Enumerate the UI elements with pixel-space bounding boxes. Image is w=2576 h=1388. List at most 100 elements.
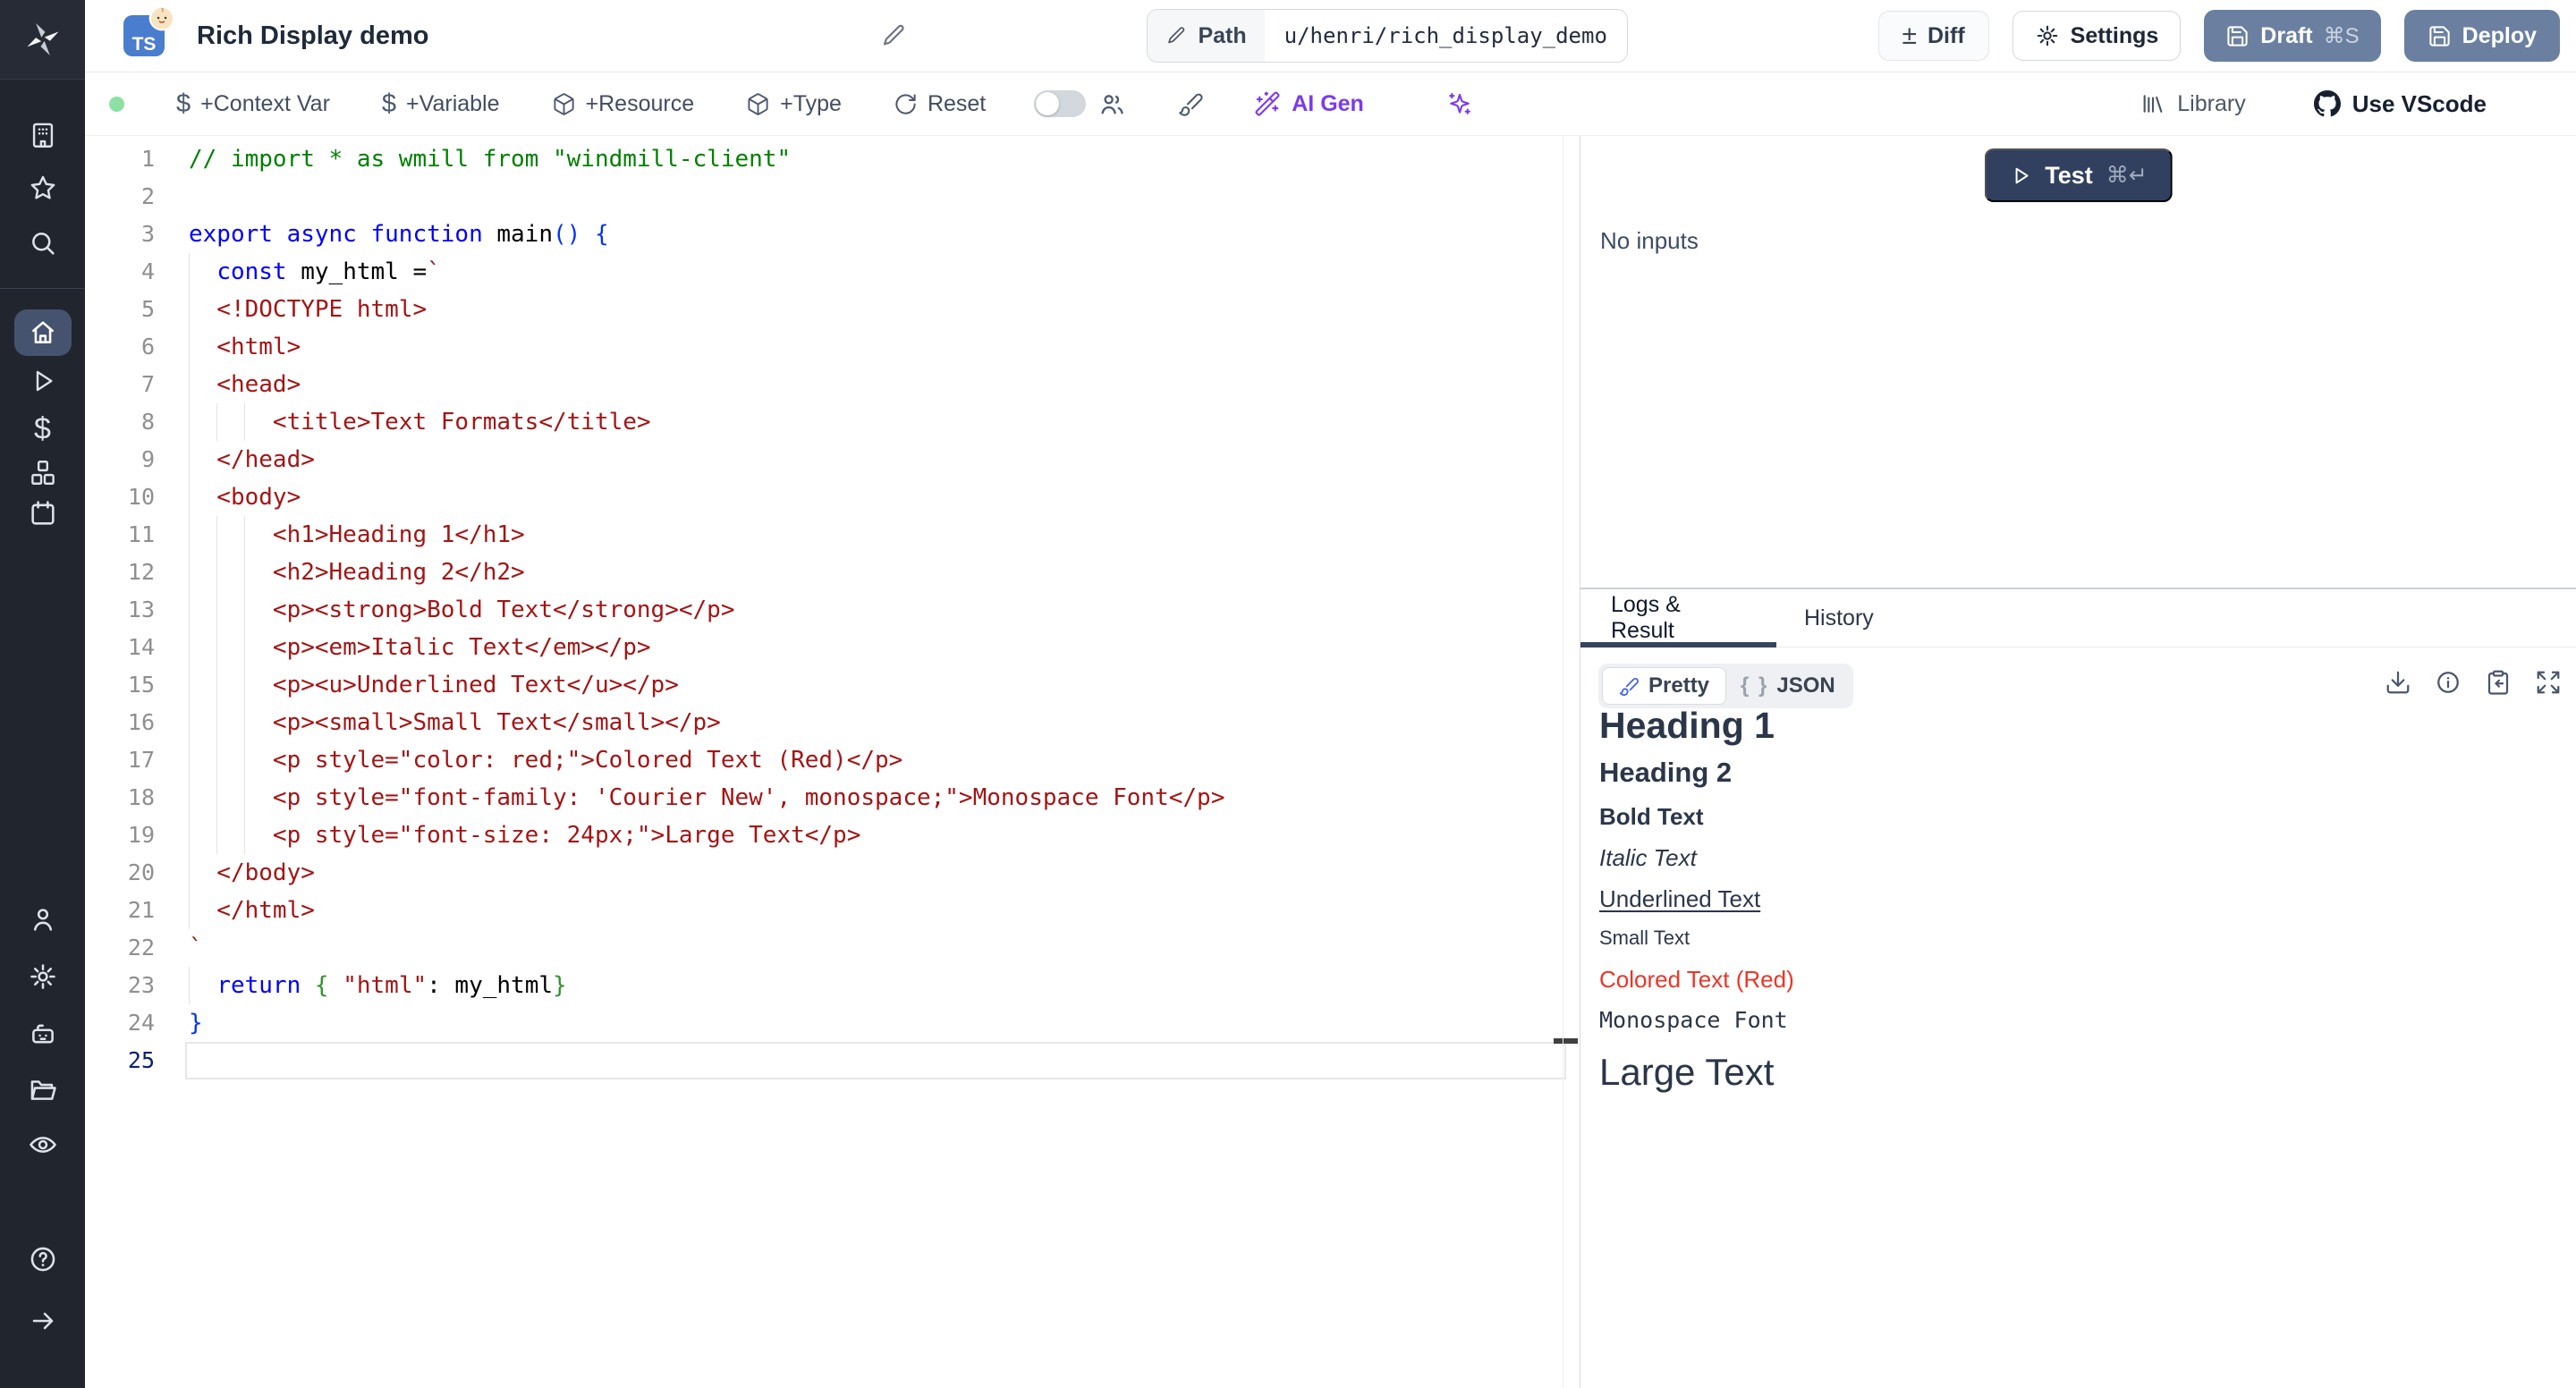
code-line-content[interactable]: <html> [155,328,1580,366]
code-editor[interactable]: 1// import * as wmill from "windmill-cli… [85,136,1580,1388]
help-icon[interactable] [28,1244,58,1274]
top-header: TS Rich Display demo [85,0,2576,72]
json-view-option[interactable]: { } JSON [1726,668,1850,704]
add-context-var-button[interactable]: $ +Context Var [176,91,330,117]
code-line-content[interactable]: </body> [155,854,1580,892]
edit-title-pencil-icon[interactable] [880,22,907,49]
code-line[interactable]: 8 <title>Text Formats</title> [85,403,1580,441]
code-line[interactable]: 22` [85,929,1580,967]
settings-gear-icon[interactable] [28,961,58,992]
code-line[interactable]: 18 <p style="font-family: 'Courier New',… [85,779,1580,817]
runs-play-icon[interactable] [29,367,57,395]
ai-gen-button[interactable]: AI Gen [1254,90,1364,117]
code-line-content[interactable]: const my_html =` [155,253,1580,291]
code-line[interactable]: 21 </html> [85,892,1580,929]
code-line-content[interactable]: </head> [155,441,1580,478]
code-line[interactable]: 15 <p><u>Underlined Text</u></p> [85,666,1580,704]
code-line-content[interactable]: ` [155,929,1580,967]
favorites-star-icon[interactable] [28,173,58,203]
folders-icon[interactable] [28,1074,58,1104]
code-line-content[interactable] [155,178,1580,216]
add-type-button[interactable]: +Type [746,91,842,117]
path-value[interactable]: u/henri/rich_display_demo [1265,10,1627,62]
audit-logs-eye-icon[interactable] [28,1130,58,1160]
code-line[interactable]: 16 <p><small>Small Text</small></p> [85,704,1580,741]
code-line-content[interactable]: <h2>Heading 2</h2> [155,554,1580,591]
variables-dollar-icon[interactable]: $ [34,412,51,447]
code-line[interactable]: 17 <p style="color: red;">Colored Text (… [85,741,1580,779]
code-line-content[interactable]: <p><small>Small Text</small></p> [155,704,1580,741]
code-line-content[interactable]: <p style="color: red;">Colored Text (Red… [155,741,1580,779]
format-brush-icon[interactable] [1178,91,1204,117]
code-line[interactable]: 11 <h1>Heading 1</h1> [85,516,1580,554]
code-line-content[interactable]: <p><em>Italic Text</em></p> [155,629,1580,666]
deploy-button[interactable]: Deploy [2404,10,2560,62]
code-line-content[interactable]: <p style="font-family: 'Courier New', mo… [155,779,1580,817]
code-line-content[interactable]: <p style="font-size: 24px;">Large Text</… [155,817,1580,854]
settings-button[interactable]: Settings [2012,11,2182,61]
use-vscode-button[interactable]: Use VScode [2314,90,2487,118]
code-line[interactable]: 2 [85,178,1580,216]
sparkles-icon[interactable] [1446,90,1473,117]
code-line[interactable]: 19 <p style="font-size: 24px;">Large Tex… [85,817,1580,854]
copy-to-clipboard-icon[interactable] [2485,669,2512,696]
sidebar-item-home-active[interactable] [14,309,72,356]
tab-logs-result[interactable]: Logs & Result [1580,589,1746,647]
code-line[interactable]: 10 <body> [85,478,1580,516]
workspace-icon[interactable] [28,120,58,150]
add-variable-button[interactable]: $ +Variable [382,91,500,117]
diff-button[interactable]: ± Diff [1878,11,1989,61]
code-line[interactable]: 7 <head> [85,366,1580,403]
library-button[interactable]: Library [2140,91,2245,117]
code-line[interactable]: 25 [85,1042,1580,1079]
result-tabs: Logs & Result History [1580,589,2576,647]
code-line[interactable]: 6 <html> [85,328,1580,366]
code-line-content[interactable]: <h1>Heading 1</h1> [155,516,1580,554]
code-line-content[interactable]: export async function main() { [155,216,1580,253]
code-line[interactable]: 3export async function main() { [85,216,1580,253]
test-button[interactable]: Test ⌘↵ [1984,148,2172,202]
pretty-view-option[interactable]: Pretty [1602,667,1726,705]
code-line[interactable]: 4 const my_html =` [85,253,1580,291]
workers-robot-icon[interactable] [28,1019,58,1049]
code-line[interactable]: 12 <h2>Heading 2</h2> [85,554,1580,591]
code-line[interactable]: 14 <p><em>Italic Text</em></p> [85,629,1580,666]
reset-button[interactable]: Reset [894,91,986,117]
code-line-content[interactable]: return { "html": my_html} [155,967,1580,1004]
user-avatar-emoji [148,4,175,31]
indent-guide [189,441,190,478]
code-line[interactable]: 23 return { "html": my_html} [85,967,1580,1004]
resources-cubes-icon[interactable] [28,458,58,488]
code-line-content[interactable]: <title>Text Formats</title> [155,403,1580,441]
search-icon[interactable] [28,228,58,258]
expand-fullscreen-icon[interactable] [2535,669,2562,696]
users-person-icon[interactable] [28,904,58,935]
save-draft-floppy-icon [2225,24,2250,48]
expand-sidebar-arrow-icon[interactable] [29,1307,57,1335]
code-line[interactable]: 20 </body> [85,854,1580,892]
code-line[interactable]: 9 </head> [85,441,1580,478]
code-line-content[interactable]: <body> [155,478,1580,516]
add-resource-button[interactable]: +Resource [552,91,695,117]
code-line-content[interactable]: <!DOCTYPE html> [155,291,1580,328]
code-line[interactable]: 24} [85,1004,1580,1042]
schedules-calendar-icon[interactable] [28,498,58,529]
code-line[interactable]: 5 <!DOCTYPE html> [85,291,1580,328]
home-icon [28,317,58,348]
code-line[interactable]: 13 <p><strong>Bold Text</strong></p> [85,591,1580,629]
draft-button[interactable]: Draft ⌘S [2204,10,2380,62]
code-line-content[interactable]: </html> [155,892,1580,929]
code-line-content[interactable]: // import * as wmill from "windmill-clie… [155,140,1580,178]
tab-history[interactable]: History [1804,605,1874,631]
path-field[interactable]: Path u/henri/rich_display_demo [1147,9,1627,63]
multiplayer-toggle[interactable] [1034,90,1086,117]
code-line-content[interactable] [155,1042,1580,1079]
code-line[interactable]: 1// import * as wmill from "windmill-cli… [85,140,1580,178]
download-icon[interactable] [2385,669,2411,696]
code-line-content[interactable]: <p><u>Underlined Text</u></p> [155,666,1580,704]
code-line-content[interactable]: } [155,1004,1580,1042]
code-line-content[interactable]: <p><strong>Bold Text</strong></p> [155,591,1580,629]
info-icon[interactable] [2435,669,2462,696]
windmill-logo[interactable] [0,0,85,80]
code-line-content[interactable]: <head> [155,366,1580,403]
